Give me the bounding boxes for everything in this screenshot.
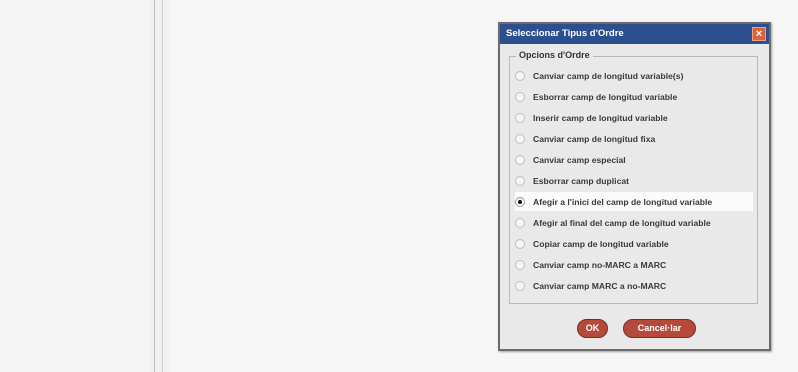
option-non-marc-to-marc[interactable]: Canviar camp no-MARC a MARC <box>515 255 753 274</box>
option-prepend-variable-field[interactable]: Afegir a l'inici del camp de longitud va… <box>515 192 753 211</box>
option-label: Afegir al final del camp de longitud var… <box>533 217 711 228</box>
option-label: Afegir a l'inici del camp de longitud va… <box>533 196 713 207</box>
dialog-title: Seleccionar Tipus d'Ordre <box>506 28 624 39</box>
option-insert-variable-field[interactable]: Inserir camp de longitud variable <box>515 108 753 127</box>
left-panel <box>0 0 150 372</box>
radio-button[interactable] <box>515 238 525 249</box>
option-label: Canviar camp especial <box>533 154 626 165</box>
option-change-variable-field[interactable]: Canviar camp de longitud variable(s) <box>515 66 753 85</box>
option-marc-to-non-marc[interactable]: Canviar camp MARC a no-MARC <box>515 276 753 295</box>
ok-button[interactable]: OK <box>577 319 608 338</box>
radio-button[interactable] <box>515 280 525 291</box>
splitter-line <box>154 0 155 372</box>
option-delete-duplicate-field[interactable]: Esborrar camp duplicat <box>515 171 753 190</box>
order-options-group: Opcions d'Ordre Canviar camp de longitud… <box>509 50 758 304</box>
panel-splitter[interactable] <box>150 0 170 372</box>
cancel-button[interactable]: Cancel·lar <box>623 319 696 338</box>
option-change-fixed-field[interactable]: Canviar camp de longitud fixa <box>515 129 753 148</box>
splitter-line <box>162 0 163 372</box>
radio-button-selected[interactable] <box>515 196 525 207</box>
option-change-special-field[interactable]: Canviar camp especial <box>515 150 753 169</box>
radio-button[interactable] <box>515 259 525 270</box>
dialog-buttons: OK Cancel·lar <box>500 319 769 339</box>
option-label: Canviar camp de longitud fixa <box>533 133 656 144</box>
option-label: Inserir camp de longitud variable <box>533 112 668 123</box>
option-label: Canviar camp MARC a no-MARC <box>533 280 667 291</box>
option-delete-variable-field[interactable]: Esborrar camp de longitud variable <box>515 87 753 106</box>
option-label: Copiar camp de longitud variable <box>533 238 669 249</box>
radio-button[interactable] <box>515 217 525 228</box>
option-label: Esborrar camp duplicat <box>533 175 629 186</box>
select-order-type-dialog: Seleccionar Tipus d'Ordre × Opcions d'Or… <box>498 22 771 351</box>
application-window: Seleccionar Tipus d'Ordre × Opcions d'Or… <box>0 0 798 372</box>
dialog-titlebar: Seleccionar Tipus d'Ordre × <box>500 24 769 44</box>
option-label: Canviar camp de longitud variable(s) <box>533 70 684 81</box>
option-copy-variable-field[interactable]: Copiar camp de longitud variable <box>515 234 753 253</box>
radio-button[interactable] <box>515 112 525 123</box>
radio-button[interactable] <box>515 91 525 102</box>
option-label: Esborrar camp de longitud variable <box>533 91 678 102</box>
radio-button[interactable] <box>515 154 525 165</box>
close-icon[interactable]: × <box>752 27 766 41</box>
option-append-variable-field[interactable]: Afegir al final del camp de longitud var… <box>515 213 753 232</box>
radio-button[interactable] <box>515 70 525 81</box>
radio-button[interactable] <box>515 175 525 186</box>
group-label: Opcions d'Ordre <box>516 50 593 60</box>
option-label: Canviar camp no-MARC a MARC <box>533 259 667 270</box>
radio-button[interactable] <box>515 133 525 144</box>
